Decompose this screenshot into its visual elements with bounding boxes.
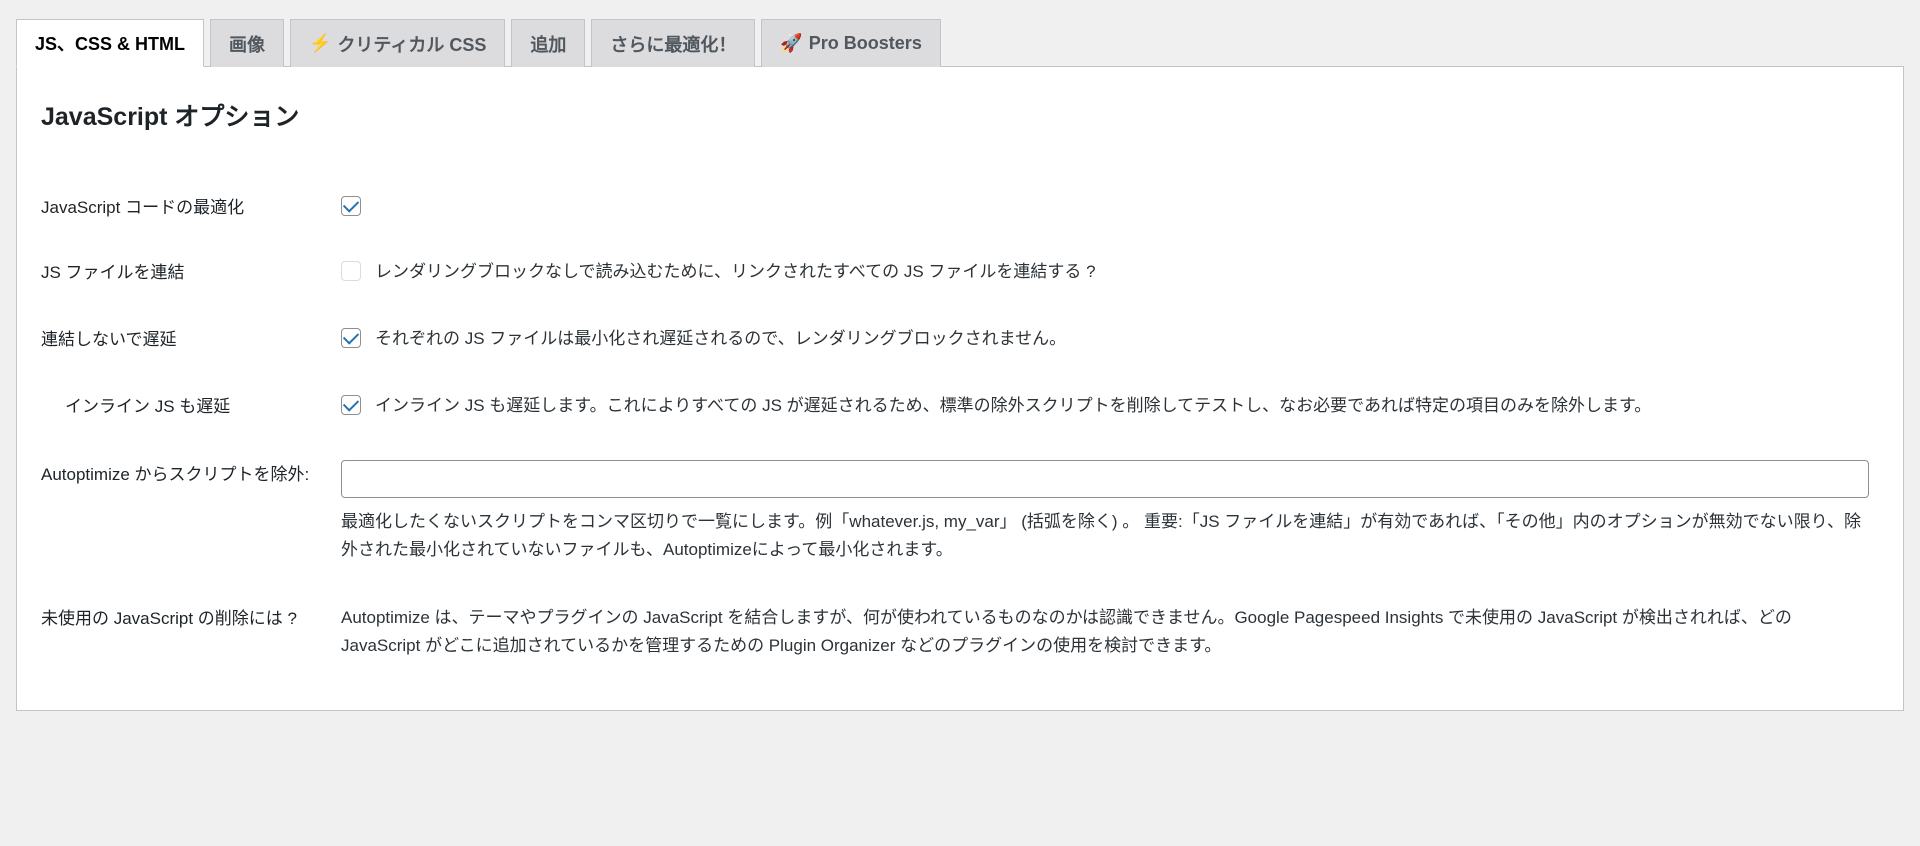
checkbox-optimize-js[interactable] [341,196,361,216]
label-exclude-scripts: Autoptimize からスクリプトを除外: [41,440,341,584]
tab-extra[interactable]: 追加 [511,19,585,67]
tab-label: 画像 [229,31,265,57]
tab-label: 追加 [530,31,566,57]
row-defer-not-aggregate: 連結しないで遅延 それぞれの JS ファイルは最小化され遅延されるので、レンダリ… [41,305,1879,372]
row-defer-inline: インライン JS も遅延 インライン JS も遅延します。これによりすべての J… [41,372,1879,439]
desc-defer-not-aggregate: それぞれの JS ファイルは最小化され遅延されるので、レンダリングブロックされま… [375,325,1869,352]
label-optimize-js: JavaScript コードの最適化 [41,173,341,238]
desc-defer-inline: インライン JS も遅延します。これによりすべての JS が遅延されるため、標準… [375,392,1869,419]
settings-panel: JavaScript オプション JavaScript コードの最適化 JS フ… [16,67,1904,711]
tab-images[interactable]: 画像 [210,19,284,67]
checkbox-aggregate-js [341,261,361,281]
desc-aggregate-js: レンダリングブロックなしで読み込むために、リンクされたすべての JS ファイルを… [375,258,1869,285]
help-remove-unused-js: Autoptimize は、テーマやプラグインの JavaScript を結合し… [341,604,1869,660]
help-exclude-scripts: 最適化したくないスクリプトをコンマ区切りで一覧にします。例「whatever.j… [341,508,1869,564]
tab-js-css-html[interactable]: JS、CSS & HTML [16,19,204,67]
label-aggregate-js: JS ファイルを連結 [41,238,341,305]
checkbox-defer-not-aggregate[interactable] [341,328,361,348]
tab-label: クリティカル CSS [337,31,486,57]
label-defer-inline: インライン JS も遅延 [41,372,341,439]
tab-critical-css[interactable]: ⚡ クリティカル CSS [290,19,505,67]
tab-label: JS、CSS & HTML [35,30,185,56]
lightning-icon: ⚡ [309,33,331,54]
exclude-scripts-input[interactable] [341,460,1869,498]
tab-label: Pro Boosters [809,33,922,54]
label-remove-unused-js: 未使用の JavaScript の削除には ? [41,584,341,680]
checkbox-defer-inline[interactable] [341,395,361,415]
row-optimize-js: JavaScript コードの最適化 [41,173,1879,238]
label-defer-not-aggregate: 連結しないで遅延 [41,305,341,372]
row-remove-unused-js: 未使用の JavaScript の削除には ? Autoptimize は、テー… [41,584,1879,680]
row-aggregate-js: JS ファイルを連結 レンダリングブロックなしで読み込むために、リンクされたすべ… [41,238,1879,305]
form-table: JavaScript コードの最適化 JS ファイルを連結 レンダリングブロック… [41,173,1879,680]
tab-bar: JS、CSS & HTML 画像 ⚡ クリティカル CSS 追加 さらに最適化！… [16,0,1904,67]
tab-label: さらに最適化！ [610,31,736,57]
tab-optimize-more[interactable]: さらに最適化！ [591,19,755,67]
tab-pro-boosters[interactable]: 🚀 Pro Boosters [761,19,940,67]
row-exclude-scripts: Autoptimize からスクリプトを除外: 最適化したくないスクリプトをコン… [41,440,1879,584]
section-title: JavaScript オプション [41,97,1879,133]
rocket-icon: 🚀 [780,33,802,54]
